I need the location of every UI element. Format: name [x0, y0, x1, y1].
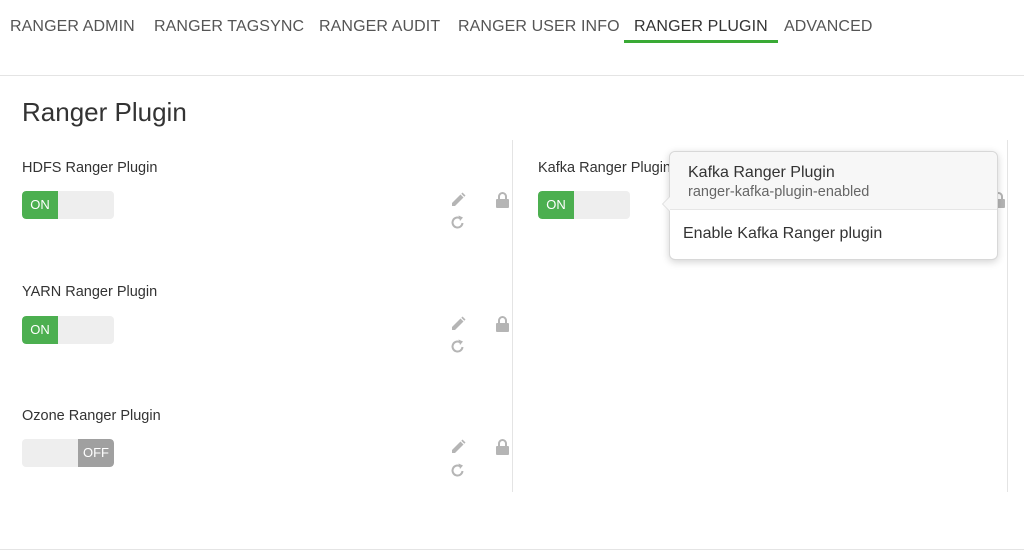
undo-icon[interactable] [450, 215, 465, 230]
ozone-plugin-toggle[interactable]: OFF [22, 439, 114, 467]
popover-subtitle: ranger-kafka-plugin-enabled [688, 184, 870, 200]
column-divider [512, 140, 513, 492]
page-title: Ranger Plugin [22, 97, 187, 127]
tab-ranger-user-info[interactable]: RANGER USER INFO [448, 17, 630, 43]
popover-body: Enable Kafka Ranger plugin [683, 225, 883, 242]
pencil-icon[interactable] [450, 192, 466, 208]
tab-bar: RANGER ADMIN RANGER TAGSYNC RANGER AUDIT… [0, 0, 1024, 76]
tab-ranger-admin[interactable]: RANGER ADMIN [0, 17, 145, 43]
popover-title: Kafka Ranger Plugin [688, 164, 835, 181]
undo-icon[interactable] [450, 339, 465, 354]
toggle-state: ON [538, 191, 574, 219]
kafka-plugin-toggle[interactable]: ON [538, 191, 630, 219]
toggle-state: ON [22, 191, 58, 219]
tab-ranger-plugin[interactable]: RANGER PLUGIN [624, 17, 778, 43]
tab-ranger-audit[interactable]: RANGER AUDIT [309, 17, 450, 43]
lock-icon[interactable] [495, 192, 510, 208]
popover-arrow [662, 196, 670, 212]
yarn-plugin-toggle[interactable]: ON [22, 316, 114, 344]
footer-divider [0, 549, 1024, 550]
ozone-plugin-label: Ozone Ranger Plugin [22, 408, 161, 424]
hdfs-plugin-toggle[interactable]: ON [22, 191, 114, 219]
lock-icon[interactable] [495, 316, 510, 332]
pencil-icon[interactable] [450, 316, 466, 332]
toggle-state: ON [22, 316, 58, 344]
popover-header: Kafka Ranger Plugin ranger-kafka-plugin-… [670, 152, 997, 210]
pencil-icon[interactable] [450, 439, 466, 455]
undo-icon[interactable] [450, 463, 465, 478]
tab-advanced[interactable]: ADVANCED [774, 17, 883, 43]
column-divider-right [1007, 140, 1008, 492]
kafka-plugin-label: Kafka Ranger Plugin [538, 160, 671, 176]
hdfs-plugin-label: HDFS Ranger Plugin [22, 160, 158, 176]
tab-ranger-tagsync[interactable]: RANGER TAGSYNC [144, 17, 314, 43]
yarn-plugin-label: YARN Ranger Plugin [22, 284, 158, 300]
lock-icon[interactable] [495, 439, 510, 455]
kafka-plugin-popover: Kafka Ranger Plugin ranger-kafka-plugin-… [662, 151, 998, 260]
toggle-state: OFF [78, 439, 114, 467]
